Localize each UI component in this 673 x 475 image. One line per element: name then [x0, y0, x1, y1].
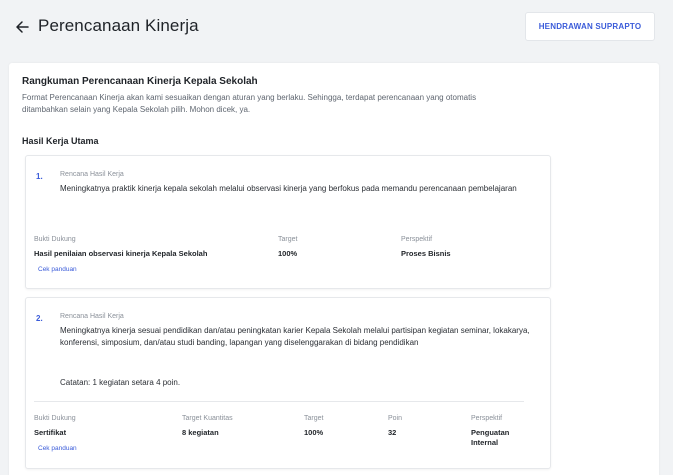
- rhk-label: Rencana Hasil Kerja: [60, 313, 124, 320]
- section-title: Hasil Kerja Utama: [22, 136, 99, 146]
- rhk-text: Meningkatnya praktik kinerja kepala seko…: [60, 184, 517, 193]
- evidence-label: Bukti Dukung: [34, 236, 76, 243]
- item-number: 1.: [36, 172, 43, 181]
- note-text: Catatan: 1 kegiatan setara 4 poin.: [60, 378, 181, 387]
- points-label: Poin: [388, 415, 403, 422]
- points-value: 32: [388, 428, 397, 437]
- perspective-value: Penguatan Internal: [471, 428, 510, 447]
- perspective-value: Proses Bisnis: [401, 249, 451, 258]
- work-result-item-1: 1. Rencana Hasil Kerja Meningkatnya prak…: [25, 155, 551, 289]
- quantity-target-value: 8 kegiatan: [182, 428, 219, 437]
- work-result-item-2: 2. Rencana Hasil Kerja Meningkatnya kine…: [25, 297, 551, 469]
- arrow-left-icon: [16, 21, 29, 33]
- rhk-text: Meningkatnya kinerja sesuai pendidikan d…: [60, 326, 530, 347]
- quantity-target-label: Target Kuantitas: [182, 415, 233, 422]
- perspective-label: Perspektif: [471, 415, 503, 422]
- target-value: 100%: [304, 428, 324, 437]
- evidence-value: Sertifikat: [34, 428, 67, 437]
- perspective-label: Perspektif: [401, 236, 433, 243]
- summary-card: Rangkuman Perencanaan Kinerja Kepala Sek…: [9, 63, 659, 475]
- target-label: Target: [304, 415, 324, 422]
- guide-link[interactable]: Cek panduan: [38, 445, 77, 452]
- summary-title: Rangkuman Perencanaan Kinerja Kepala Sek…: [22, 76, 258, 87]
- back-button[interactable]: [13, 18, 31, 36]
- user-account-button[interactable]: HENDRAWAN SUPRAPTO: [525, 12, 655, 41]
- evidence-value: Hasil penilaian observasi kinerja Kepala…: [34, 249, 208, 258]
- summary-description: Format Perencanaan Kinerja akan kami ses…: [22, 93, 477, 114]
- guide-link[interactable]: Cek panduan: [38, 266, 77, 273]
- target-value: 100%: [278, 249, 298, 258]
- rhk-label: Rencana Hasil Kerja: [60, 171, 124, 178]
- evidence-label: Bukti Dukung: [34, 415, 76, 422]
- item-number: 2.: [36, 314, 43, 323]
- divider: [34, 401, 524, 402]
- page-title: Perencanaan Kinerja: [38, 16, 199, 35]
- top-bar: Perencanaan Kinerja HENDRAWAN SUPRAPTO: [0, 0, 673, 55]
- target-label: Target: [278, 236, 298, 243]
